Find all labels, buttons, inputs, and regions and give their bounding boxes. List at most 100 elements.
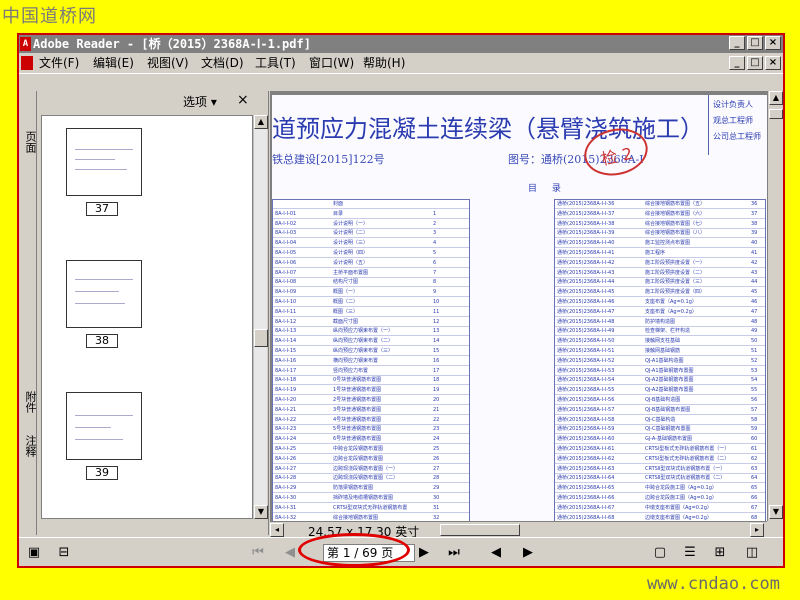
drawing-number: 8A-Ⅰ-Ⅰ-06	[275, 259, 297, 266]
drawing-title: 2号块普通钢筋布置图	[333, 397, 382, 403]
go-forward-icon[interactable]: ▶	[519, 544, 537, 562]
tab-comments[interactable]: 注释	[20, 435, 37, 457]
scroll-down-icon[interactable]: ▼	[254, 505, 268, 519]
minus-icon[interactable]: ⊟	[55, 544, 73, 562]
continuous-icon[interactable]: ☰	[681, 544, 699, 562]
contents-row: 8A-Ⅰ-Ⅰ-07 主桥平面布置图 7	[273, 269, 469, 278]
drawing-title: 概图（三）	[333, 308, 359, 315]
thumbnail-page-number: 38	[86, 334, 118, 348]
menu-file[interactable]: 文件(F)	[39, 53, 79, 73]
contents-table-right: 通桥(2015)2368A-Ⅰ-Ⅰ-36 综合接地钢筋布置图（五） 36 通桥(201…	[554, 199, 766, 521]
last-page-icon[interactable]: ⏭	[445, 544, 463, 562]
drawing-number: 8A-Ⅰ-Ⅰ-02	[275, 220, 297, 227]
go-back-icon[interactable]: ◀	[487, 544, 505, 562]
sheet-number: 36	[751, 201, 758, 207]
options-dropdown[interactable]: 选项 ▾	[183, 93, 217, 110]
first-page-icon[interactable]: ⏮	[249, 544, 267, 562]
scroll-thumb[interactable]	[769, 109, 783, 119]
contents-row: 8A-Ⅰ-Ⅰ-12 截面尺寸图 12	[273, 318, 469, 327]
contents-row: 8A-Ⅰ-Ⅰ-29 防落梁钢筋布置图 29	[273, 484, 469, 494]
contents-row: 8A-Ⅰ-Ⅰ-13 纵向预应力钢束布置（一） 13	[273, 327, 469, 337]
thumbnail-page-number: 39	[86, 466, 118, 480]
scroll-up-icon[interactable]: ▲	[254, 115, 268, 129]
document-view[interactable]: 道预应力混凝土连续梁（悬臂浇筑施工） 铁总建设[2015]122号 图号：通桥(…	[270, 91, 767, 521]
document-icon[interactable]	[21, 56, 33, 70]
contents-row: 通桥(2015)2368A-Ⅰ-Ⅰ-45 施工阶段预拱度设置（四） 45	[555, 288, 765, 298]
sheet-number: 41	[751, 250, 758, 256]
sheet-number: 66	[751, 495, 758, 501]
drawing-number: 通桥(2015)2368A-Ⅰ-Ⅰ-40	[557, 240, 615, 247]
sheet-number: 4	[433, 240, 437, 247]
drawing-title: CRTSⅠ型板式无砟轨道钢筋布置（一）	[645, 446, 730, 452]
close-button[interactable]: ×	[765, 36, 781, 50]
thumbnail-scrollbar[interactable]: ▲ ▼	[253, 115, 268, 519]
panel-close-icon[interactable]: ×	[237, 92, 249, 108]
page-thumbnail[interactable]	[66, 392, 142, 460]
title-bar[interactable]: A Adobe Reader - [桥（2015）2368A-Ⅰ-1.pdf] …	[19, 35, 783, 53]
sheet-number: 54	[751, 377, 758, 384]
drawing-number: 通桥(2015)2368A-Ⅰ-Ⅰ-54	[557, 377, 615, 384]
contents-row: 通桥(2015)2368A-Ⅰ-Ⅰ-65 中跨合龙段施工图（Ag=0.1g） 65	[555, 484, 765, 494]
drawing-title: 纵向预应力钢束布置（三）	[333, 348, 394, 354]
page-thumbnail[interactable]	[66, 260, 142, 328]
sheet-number: 67	[751, 504, 758, 511]
drawing-title: CRTSⅠ型双块式无砟轨道钢筋布置	[333, 504, 408, 511]
sheet-number: 21	[433, 406, 440, 413]
drawing-title: 施工阶段预拱度设置（一）	[645, 259, 706, 266]
contents-row: 通桥(2015)2368A-Ⅰ-Ⅰ-43 施工阶段预拱度设置（二） 43	[555, 269, 765, 278]
scroll-down-icon[interactable]: ▼	[769, 505, 783, 519]
tab-attachments[interactable]: 附件	[20, 391, 37, 413]
drawing-title: 接触网基础钢筋	[645, 348, 681, 354]
drawing-number: 8A-Ⅰ-Ⅰ-31	[275, 504, 297, 511]
facing-icon[interactable]: ⊞	[711, 544, 729, 562]
page-thumbnail[interactable]	[66, 128, 142, 196]
continuous-facing-icon[interactable]: ◫	[743, 544, 761, 562]
contents-row: 通桥(2015)2368A-Ⅰ-Ⅰ-48 防护墙构造图 48	[555, 318, 765, 327]
contents-row: 8A-Ⅰ-Ⅰ-25 中跨合龙段钢筋布置图 25	[273, 445, 469, 454]
reader-window: A Adobe Reader - [桥（2015）2368A-Ⅰ-1.pdf] …	[17, 33, 785, 568]
scroll-thumb[interactable]	[440, 524, 520, 536]
minimize-button[interactable]: _	[729, 36, 745, 50]
next-page-icon[interactable]: ▶	[415, 544, 433, 562]
menu-window[interactable]: 窗口(W)	[309, 53, 354, 73]
contents-row: 8A-Ⅰ-Ⅰ-22 4号块普通钢筋布置图 22	[273, 416, 469, 425]
drawing-title: 施工阶段预拱度设置（三）	[645, 279, 706, 286]
drawing-number: 通桥(2015)2368A-Ⅰ-Ⅰ-68	[557, 514, 615, 521]
drawing-number: 通桥(2015)2368A-Ⅰ-Ⅰ-46	[557, 299, 615, 305]
doc-close-button[interactable]: ×	[765, 56, 781, 70]
document-scrollbar[interactable]: ▲ ▼	[767, 91, 783, 521]
doc-minimize-button[interactable]: _	[729, 56, 745, 70]
drawing-number: 8A-Ⅰ-Ⅰ-27	[275, 465, 297, 472]
scroll-thumb[interactable]	[254, 329, 268, 347]
contents-row: 8A-Ⅰ-Ⅰ-18 0号块普通钢筋布置图 18	[273, 376, 469, 386]
previous-page-icon[interactable]: ◀	[281, 544, 299, 562]
menu-document[interactable]: 文档(D)	[201, 53, 244, 73]
sheet-number: 39	[751, 230, 758, 237]
sheet-number: 7	[433, 269, 437, 276]
screen-icon[interactable]: ▣	[25, 544, 43, 562]
sheet-number: 51	[751, 348, 758, 354]
sheet-number: 45	[751, 289, 758, 296]
menu-view[interactable]: 视图(V)	[147, 53, 189, 73]
drawing-title: 挡砟墙及电缆槽钢筋布置图	[333, 495, 394, 501]
thumbnail-list[interactable]: 37 38 39	[41, 115, 253, 519]
maximize-button[interactable]: □	[747, 36, 763, 50]
scroll-left-icon[interactable]: ◂	[270, 523, 284, 537]
sheet-number: 9	[433, 289, 437, 296]
tab-pages[interactable]: 页面	[20, 131, 37, 153]
doc-restore-button[interactable]: □	[747, 56, 763, 70]
contents-row: 通桥(2015)2368A-Ⅰ-Ⅰ-44 施工阶段预拱度设置（三） 44	[555, 278, 765, 288]
menu-tools[interactable]: 工具(T)	[255, 53, 296, 73]
menu-help[interactable]: 帮助(H)	[363, 53, 405, 73]
menu-edit[interactable]: 编辑(E)	[93, 53, 134, 73]
contents-row: 8A-Ⅰ-Ⅰ-02 设计说明（一） 2	[273, 220, 469, 229]
contents-row: 8A-Ⅰ-Ⅰ-24 6号块普通钢筋布置图 24	[273, 435, 469, 445]
scroll-right-icon[interactable]: ▸	[750, 523, 764, 537]
drawing-title: 4号块普通钢筋布置图	[333, 416, 382, 423]
drawing-number: 8A-Ⅰ-Ⅰ-03	[275, 230, 297, 237]
drawing-title: 主桥平面布置图	[333, 269, 369, 276]
single-page-icon[interactable]: ▢	[651, 544, 669, 562]
contents-row: 8A-Ⅰ-Ⅰ-14 纵向预应力钢束布置（二） 14	[273, 337, 469, 347]
drawing-number: 8A-Ⅰ-Ⅰ-16	[275, 357, 297, 364]
scroll-up-icon[interactable]: ▲	[769, 91, 783, 105]
